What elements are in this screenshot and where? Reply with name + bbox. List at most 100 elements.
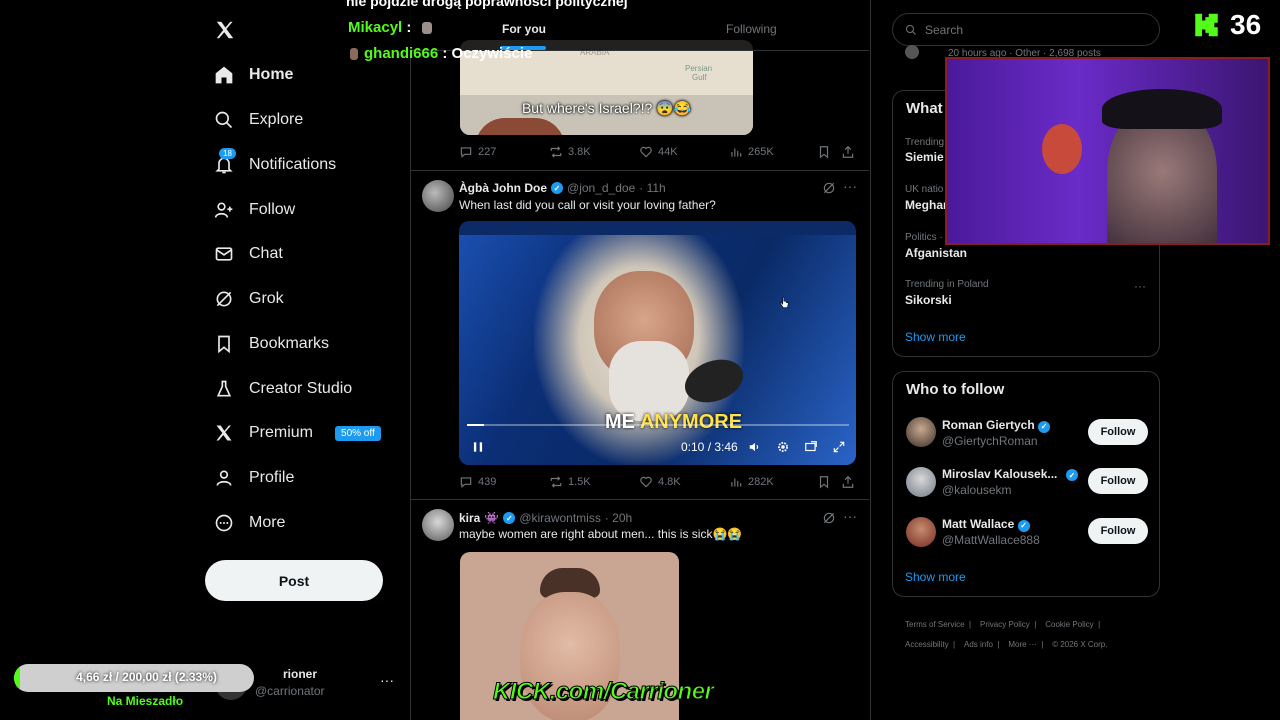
video-progress-track[interactable] xyxy=(467,424,849,426)
trend-context: Trending in Poland xyxy=(905,279,989,290)
donation-goal-bar: 4,66 zł / 200,00 zł (2.33%) xyxy=(14,664,254,692)
bookmark-button[interactable] xyxy=(817,145,841,159)
search-input[interactable]: Search xyxy=(892,13,1160,46)
trend-item[interactable]: Afganistan xyxy=(905,246,967,260)
follow-button[interactable]: Follow xyxy=(1088,518,1148,544)
grok-icon xyxy=(213,288,235,310)
nav-follow[interactable]: Follow xyxy=(213,190,295,230)
home-icon xyxy=(213,64,235,86)
chat-message: Mikacyl : xyxy=(348,19,432,36)
trends-show-more-link[interactable]: Show more xyxy=(905,330,966,344)
footer-link[interactable]: More ··· xyxy=(1008,640,1036,649)
nav-notifications[interactable]: 18 Notifications xyxy=(213,145,336,185)
author-name[interactable]: Àgbà John Doe xyxy=(459,181,547,195)
tweet-time[interactable]: · 20h xyxy=(605,511,632,525)
nav-explore[interactable]: Explore xyxy=(213,100,303,140)
author-handle[interactable]: @kirawontmiss xyxy=(519,511,601,525)
tweet-more-icon[interactable]: ··· xyxy=(843,178,857,194)
tweet-actions: 227 3.8K 44K 265K xyxy=(459,145,857,159)
video-subtitle: ME ANYMORE xyxy=(605,411,742,434)
views-button[interactable]: 282K xyxy=(729,475,817,489)
bookmark-button[interactable] xyxy=(817,475,841,489)
volume-icon[interactable] xyxy=(748,440,762,454)
like-count: 44K xyxy=(658,146,678,158)
tweet-time[interactable]: · 11h xyxy=(639,181,665,195)
tweet-avatar[interactable] xyxy=(422,509,454,541)
suggested-user-name[interactable]: Roman Giertych ✓ xyxy=(942,418,1051,433)
heart-icon xyxy=(640,476,652,488)
author-name[interactable]: kira xyxy=(459,511,480,525)
suggested-user-name[interactable]: Matt Wallace ✓ xyxy=(942,517,1030,532)
notifications-badge: 18 xyxy=(219,148,236,159)
share-button[interactable] xyxy=(841,145,855,159)
verified-badge-icon: ✓ xyxy=(1017,519,1030,532)
fullscreen-icon[interactable] xyxy=(832,440,846,454)
views-button[interactable]: 265K xyxy=(729,145,817,159)
repost-count: 3.8K xyxy=(568,146,591,158)
grok-icon[interactable] xyxy=(822,511,836,525)
suggested-user-avatar[interactable] xyxy=(906,417,936,447)
nav-label: More xyxy=(249,514,286,531)
post-button[interactable]: Post xyxy=(205,560,383,601)
trends-title: What xyxy=(906,100,943,117)
tweet-header: kira 👾 ✓ @kirawontmiss · 20h xyxy=(459,511,632,525)
nav-more[interactable]: More xyxy=(213,503,285,543)
repost-button[interactable]: 1.5K xyxy=(549,475,639,489)
nav-chat[interactable]: Chat xyxy=(213,234,283,274)
who-to-follow-show-more-link[interactable]: Show more xyxy=(905,570,966,584)
trend-item[interactable]: Siemie xyxy=(905,150,944,164)
nav-bookmarks[interactable]: Bookmarks xyxy=(213,324,329,364)
nav-label: Profile xyxy=(249,469,295,486)
video-player[interactable]: ME ANYMORE 0:10 / 3:46 xyxy=(459,221,856,465)
settings-gear-icon[interactable] xyxy=(776,440,790,454)
chat-text: Oczywiście xyxy=(451,45,533,62)
suggested-user-name[interactable]: Miroslav Kalousek... xyxy=(942,467,1057,481)
trend-item[interactable]: Meghan xyxy=(905,198,950,212)
author-handle[interactable]: @jon_d_doe xyxy=(567,181,635,195)
more-circle-icon xyxy=(213,512,235,534)
footer-link[interactable]: Terms of Service xyxy=(905,620,965,629)
account-more-icon[interactable]: ··· xyxy=(380,672,394,688)
nav-label: Home xyxy=(249,66,294,83)
grok-icon[interactable] xyxy=(822,181,836,195)
tweet-avatar[interactable] xyxy=(422,180,454,212)
trend-item[interactable]: Sikorski xyxy=(905,293,952,307)
nav-premium[interactable]: Premium 50% off xyxy=(213,413,381,453)
nav-profile[interactable]: Profile xyxy=(213,458,294,498)
verified-badge-icon: ✓ xyxy=(1038,420,1051,433)
picture-in-picture-icon[interactable] xyxy=(804,440,818,454)
footer-link[interactable]: Accessibility xyxy=(905,640,949,649)
tab-for-you[interactable]: For you xyxy=(502,22,546,36)
footer-link[interactable]: Cookie Policy xyxy=(1045,620,1093,629)
video-time: 0:10 / 3:46 xyxy=(681,440,738,454)
flask-icon xyxy=(213,378,235,400)
footer-link[interactable]: Privacy Policy xyxy=(980,620,1030,629)
nav-home[interactable]: Home xyxy=(213,55,293,95)
like-button[interactable]: 4.8K xyxy=(639,475,729,489)
pause-icon[interactable] xyxy=(471,440,485,454)
nav-creator-studio[interactable]: Creator Studio xyxy=(213,369,352,409)
repost-button[interactable]: 3.8K xyxy=(549,145,639,159)
like-button[interactable]: 44K xyxy=(639,145,729,159)
search-icon xyxy=(906,24,916,35)
suggested-user-avatar[interactable] xyxy=(906,467,936,497)
tweet-header: Àgbà John Doe ✓ @jon_d_doe · 11h xyxy=(459,181,666,195)
premium-discount-badge: 50% off xyxy=(335,425,381,441)
reply-button[interactable]: 227 xyxy=(459,145,549,159)
suggested-user-avatar[interactable] xyxy=(906,517,936,547)
follow-button[interactable]: Follow xyxy=(1088,468,1148,494)
suggested-user-name-text: Miroslav Kalousek... xyxy=(942,467,1058,481)
nav-label: Creator Studio xyxy=(249,380,353,397)
tab-following[interactable]: Following xyxy=(726,22,777,36)
follow-button[interactable]: Follow xyxy=(1088,419,1148,445)
footer-link[interactable]: Ads info xyxy=(964,640,993,649)
reply-button[interactable]: 439 xyxy=(459,475,549,489)
nav-grok[interactable]: Grok xyxy=(213,279,284,319)
x-logo-icon[interactable] xyxy=(214,19,238,43)
tweet-text: When last did you call or visit your lov… xyxy=(459,198,716,212)
trend-more-icon[interactable]: ··· xyxy=(1134,279,1146,293)
share-button[interactable] xyxy=(841,475,855,489)
nav-label: Chat xyxy=(249,245,283,262)
tweet-more-icon[interactable]: ··· xyxy=(843,508,857,524)
tweet-text: maybe women are right about men... this … xyxy=(459,527,743,541)
